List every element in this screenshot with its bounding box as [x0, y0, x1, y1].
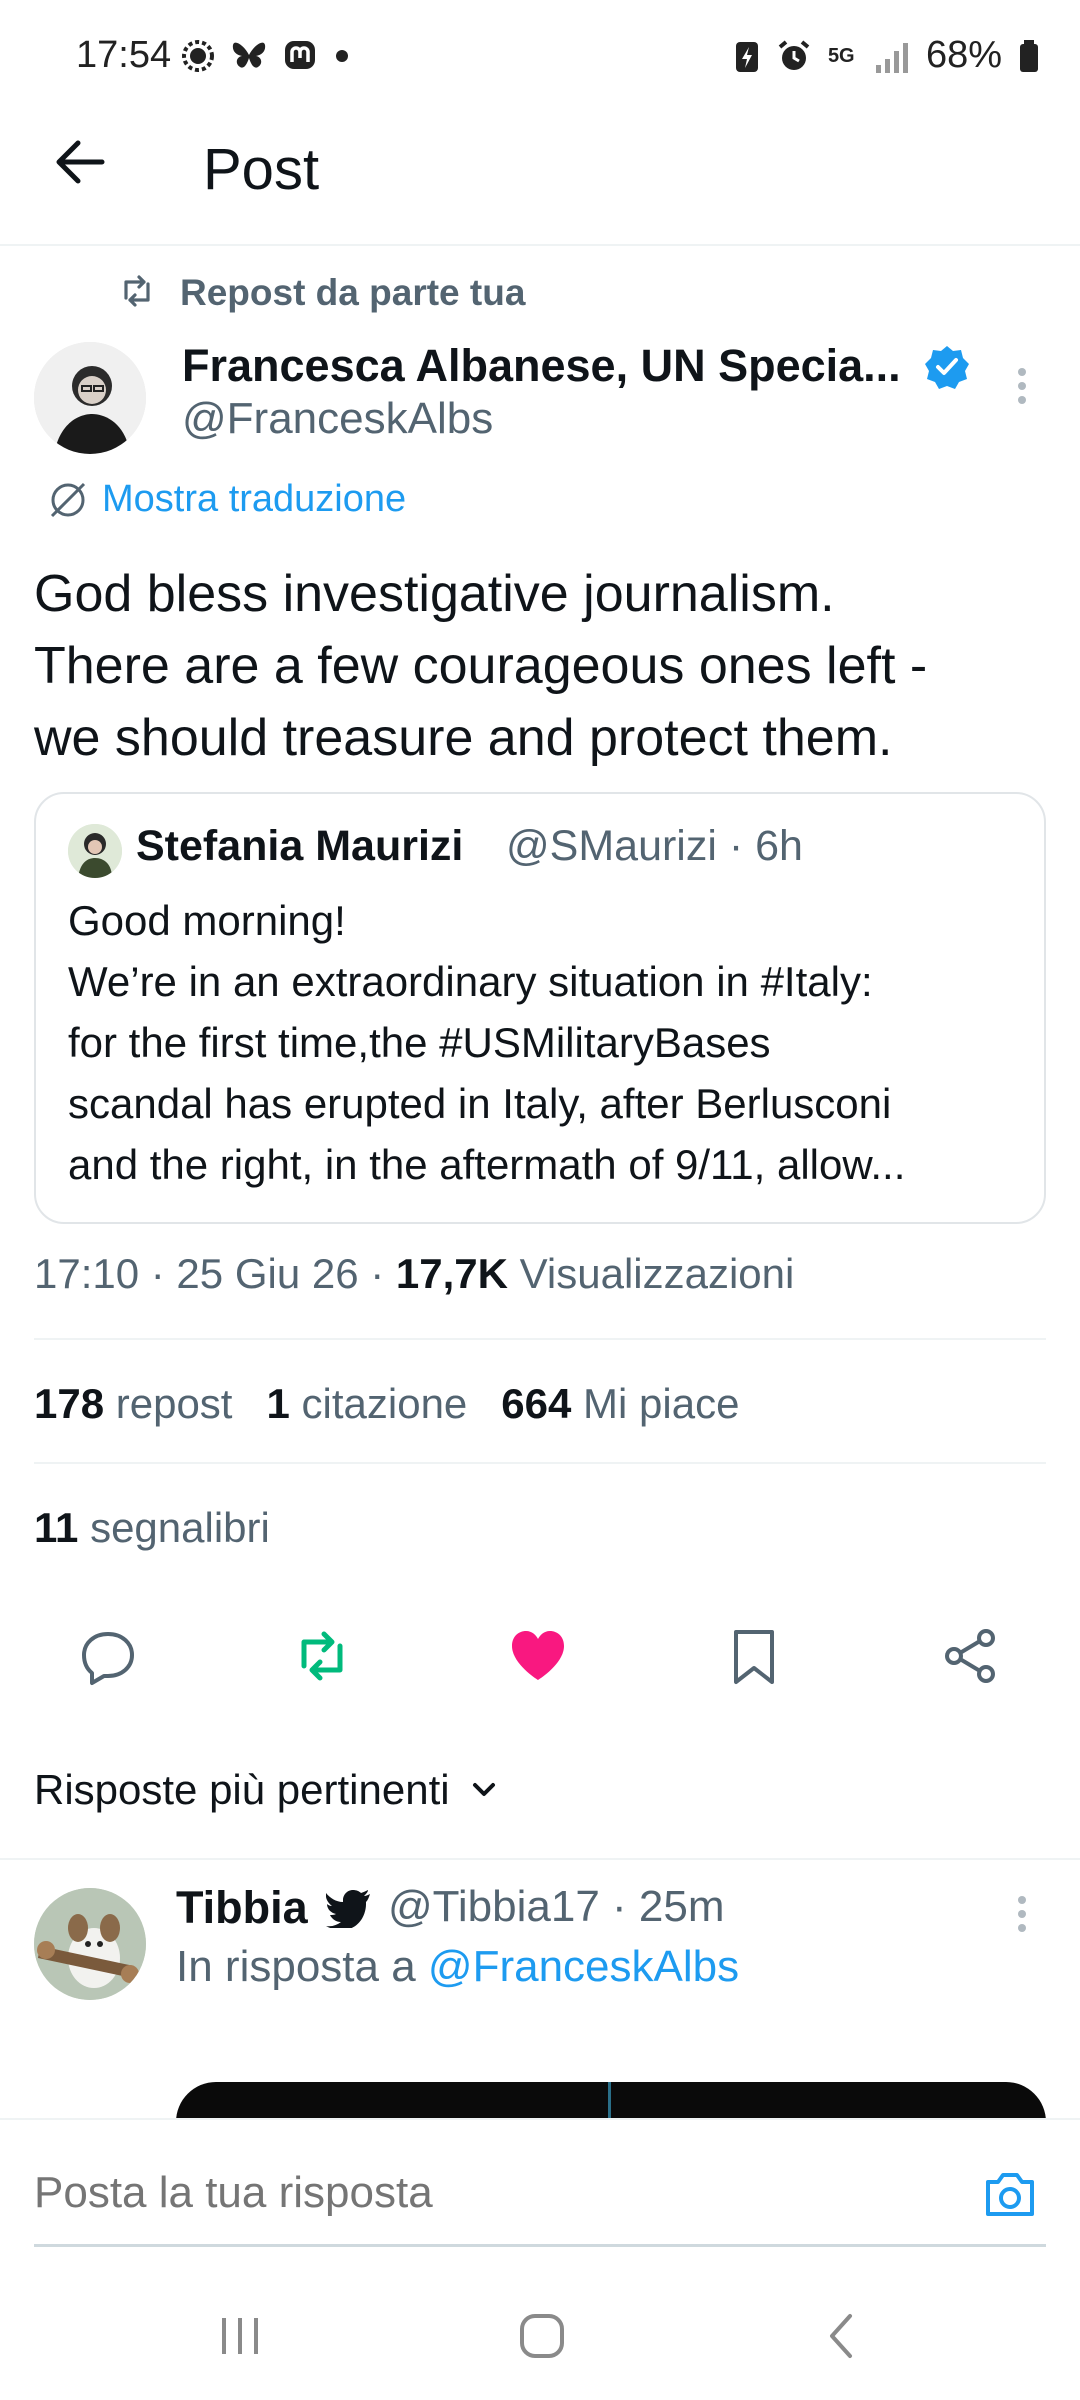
quote-handle-time: @SMaurizi · 6h: [506, 822, 803, 870]
mastodon-icon: [285, 41, 315, 69]
back-icon[interactable]: [812, 2310, 872, 2362]
status-time: 17:54: [76, 34, 172, 76]
author-avatar[interactable]: [34, 342, 146, 454]
likes-stat[interactable]: 664 Mi piace: [501, 1380, 739, 1428]
show-translation-link[interactable]: Mostra traduzione: [102, 478, 406, 521]
divider: [0, 1858, 1080, 1860]
home-icon[interactable]: [512, 2310, 572, 2362]
divider: [34, 1338, 1046, 1340]
engagement-stats: 178 repost 1 citazione 664 Mi piace: [34, 1380, 739, 1428]
replies-sort-dropdown[interactable]: Risposte più pertinenti: [34, 1766, 500, 1814]
quote-text-line: We’re in an extraordinary situation in #…: [68, 958, 873, 1005]
bird-icon: [326, 1890, 370, 1928]
reply-avatar[interactable]: [34, 1888, 146, 2000]
reply-input[interactable]: [34, 2168, 934, 2218]
arrow-left-icon[interactable]: [50, 132, 110, 192]
reply-handle-time: @Tibbia17 · 25m: [388, 1882, 725, 1931]
bookmark-icon[interactable]: [724, 1626, 784, 1686]
quote-text-line: scandal has erupted in Italy, after Berl…: [68, 1080, 892, 1127]
quote-text: Good morning! We’re in an extraordinary …: [68, 890, 1028, 1195]
recents-icon[interactable]: [210, 2310, 270, 2362]
header-divider: [0, 244, 1080, 246]
views-count: 17,7K: [395, 1250, 508, 1297]
battery-saver-icon: [735, 41, 758, 72]
translate-icon[interactable]: [46, 478, 90, 522]
bluesky-icon: [232, 42, 266, 68]
quote-author-name: Stefania Maurizi: [136, 822, 464, 870]
notification-icons: [180, 38, 352, 74]
quote-text-line: and the right, in the aftermath of 9/11,…: [68, 1141, 906, 1188]
alarm-icon: [778, 39, 810, 70]
post-timestamp: 17:10 · 25 Giu 26 ·: [34, 1250, 396, 1297]
reply-author-name[interactable]: Tibbia: [176, 1882, 308, 1934]
battery-icon: [1020, 39, 1038, 72]
network-5g-icon: 5G: [827, 44, 855, 67]
quote-avatar: [68, 824, 122, 878]
system-icons: 5G 68%: [734, 34, 1040, 77]
share-icon[interactable]: [940, 1626, 1000, 1686]
chevron-down-icon: [472, 1783, 495, 1796]
verified-badge-icon: [925, 346, 969, 389]
reply-context: In risposta a @FranceskAlbs: [176, 1942, 739, 1992]
repost-action-icon[interactable]: [292, 1626, 352, 1686]
post-text: God bless investigative journalism. Ther…: [34, 558, 1054, 774]
repost-label: Repost da parte tua: [180, 272, 526, 313]
composer-underline: [34, 2244, 1046, 2247]
divider: [34, 1462, 1046, 1464]
post-meta: 17:10 · 25 Giu 26 · 17,7K Visualizzazion…: [34, 1250, 794, 1298]
signal-app-icon: [182, 40, 214, 72]
reply-media-divider: [608, 2082, 611, 2122]
reply-icon[interactable]: [78, 1626, 138, 1686]
repost-icon: [124, 275, 150, 307]
more-options-icon[interactable]: [1010, 362, 1034, 410]
author-handle[interactable]: @FranceskAlbs: [182, 394, 493, 444]
battery-percent: 68%: [925, 34, 1002, 76]
quotes-stat[interactable]: 1 citazione: [266, 1380, 467, 1428]
replies-sort-label: Risposte più pertinenti: [34, 1766, 450, 1813]
post-text-line: we should treasure and protect them.: [34, 709, 893, 767]
signal-bars-icon: [875, 42, 908, 73]
camera-icon[interactable]: [982, 2168, 1038, 2220]
author-name[interactable]: Francesca Albanese, UN Specia...: [182, 340, 901, 392]
post-text-line: God bless investigative journalism.: [34, 565, 835, 623]
quote-text-line: for the first time,the #USMilitaryBases: [68, 1019, 771, 1066]
quote-text-line: Good morning!: [68, 897, 346, 944]
like-icon[interactable]: [508, 1626, 568, 1686]
post-text-line: There are a few courageous ones left -: [34, 637, 928, 695]
reply-more-options-icon[interactable]: [1010, 1890, 1034, 1938]
reposts-stat[interactable]: 178 repost: [34, 1380, 232, 1428]
reply-context-handle-link[interactable]: @FranceskAlbs: [428, 1942, 739, 1991]
views-label: Visualizzazioni: [507, 1250, 795, 1297]
bookmarks-stat[interactable]: 11 segnalibri: [34, 1504, 270, 1552]
reply-context-prefix: In risposta a: [176, 1942, 428, 1991]
status-bar: 17:54 5G 68%: [0, 0, 1080, 120]
page-title: Post: [203, 137, 320, 202]
dot-icon: [336, 50, 348, 62]
